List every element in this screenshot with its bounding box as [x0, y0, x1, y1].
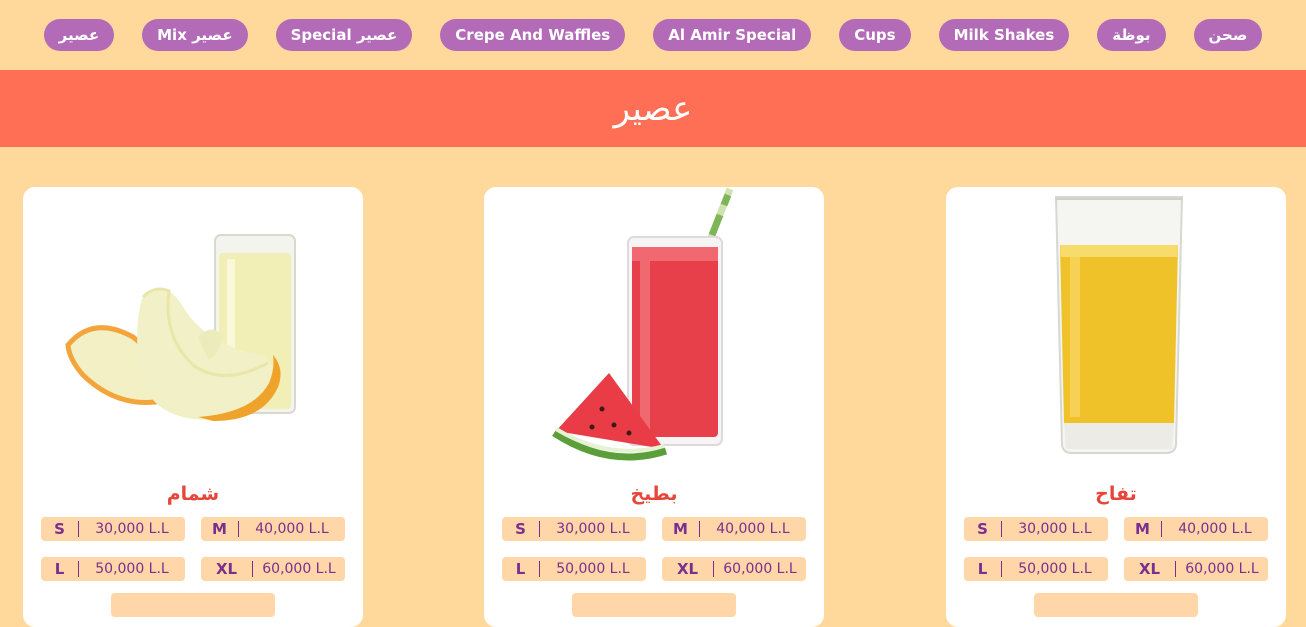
price-value: 30,000 L.L [556, 521, 630, 537]
price-tag-extra [1034, 593, 1198, 617]
section-banner: عصير [0, 70, 1306, 147]
price-tag-extra [111, 593, 275, 617]
product-name: شمام [166, 483, 220, 505]
price-value: 50,000 L.L [1018, 561, 1092, 577]
melon-juice-image [23, 187, 363, 477]
price-value: 50,000 L.L [95, 561, 169, 577]
price-value: 30,000 L.L [1018, 521, 1092, 537]
price-tag-s: S 30,000 L.L [502, 517, 646, 541]
price-tag-m: M 40,000 L.L [201, 517, 345, 541]
price-value: 40,000 L.L [1178, 521, 1252, 537]
price-value: 40,000 L.L [716, 521, 790, 537]
size-label: M [201, 521, 239, 537]
product-name: بطيخ [630, 483, 678, 505]
size-label: L [502, 561, 540, 577]
category-tab-al-amir-special[interactable]: Al Amir Special [653, 19, 812, 51]
price-tag-s: S 30,000 L.L [964, 517, 1108, 541]
price-tag-xl: XL 60,000 L.L [201, 557, 345, 581]
size-label: L [41, 561, 79, 577]
size-label: XL [662, 561, 714, 577]
size-label: S [964, 521, 1002, 537]
category-tab-juice[interactable]: عصير [43, 19, 115, 51]
size-label: S [41, 521, 79, 537]
size-label: M [1124, 521, 1162, 537]
product-card-apple[interactable]: تفاح S 30,000 L.L M 40,000 L.L L 50,000 … [946, 187, 1286, 627]
size-label: XL [1124, 561, 1176, 577]
price-value: 50,000 L.L [556, 561, 630, 577]
watermelon-juice-image [484, 187, 824, 477]
category-tab-mix-juice[interactable]: Mix عصير [142, 19, 248, 51]
apple-juice-image [946, 187, 1286, 477]
price-tag-xl: XL 60,000 L.L [1124, 557, 1268, 581]
price-tag-m: M 40,000 L.L [1124, 517, 1268, 541]
size-label: M [662, 521, 700, 537]
category-tab-special-juice[interactable]: Special عصير [275, 19, 413, 51]
price-tag-l: L 50,000 L.L [41, 557, 185, 581]
price-tag-s: S 30,000 L.L [41, 517, 185, 541]
size-label: XL [201, 561, 253, 577]
price-value: 60,000 L.L [1185, 561, 1259, 577]
category-tab-cups[interactable]: Cups [839, 19, 911, 51]
size-label: L [964, 561, 1002, 577]
price-value: 60,000 L.L [723, 561, 797, 577]
price-tag-l: L 50,000 L.L [964, 557, 1108, 581]
category-tab-plate[interactable]: صحن [1193, 19, 1263, 51]
category-tab-milk-shakes[interactable]: Milk Shakes [938, 19, 1070, 51]
price-tag-xl: XL 60,000 L.L [662, 557, 806, 581]
category-tab-ice-cream[interactable]: بوظة [1097, 19, 1166, 51]
category-tab-crepe-waffles[interactable]: Crepe And Waffles [440, 19, 626, 51]
price-tag-m: M 40,000 L.L [662, 517, 806, 541]
section-title: عصير [613, 88, 693, 129]
product-card-watermelon[interactable]: بطيخ S 30,000 L.L M 40,000 L.L L 50,000 … [484, 187, 824, 627]
product-card-melon[interactable]: شمام S 30,000 L.L M 40,000 L.L L 50,000 … [23, 187, 363, 627]
product-name: تفاح [1095, 483, 1137, 505]
price-tag-extra [572, 593, 736, 617]
price-value: 60,000 L.L [262, 561, 336, 577]
price-value: 40,000 L.L [255, 521, 329, 537]
price-tag-l: L 50,000 L.L [502, 557, 646, 581]
price-value: 30,000 L.L [95, 521, 169, 537]
category-nav: صحن بوظة Milk Shakes Cups Al Amir Specia… [0, 0, 1306, 70]
size-label: S [502, 521, 540, 537]
